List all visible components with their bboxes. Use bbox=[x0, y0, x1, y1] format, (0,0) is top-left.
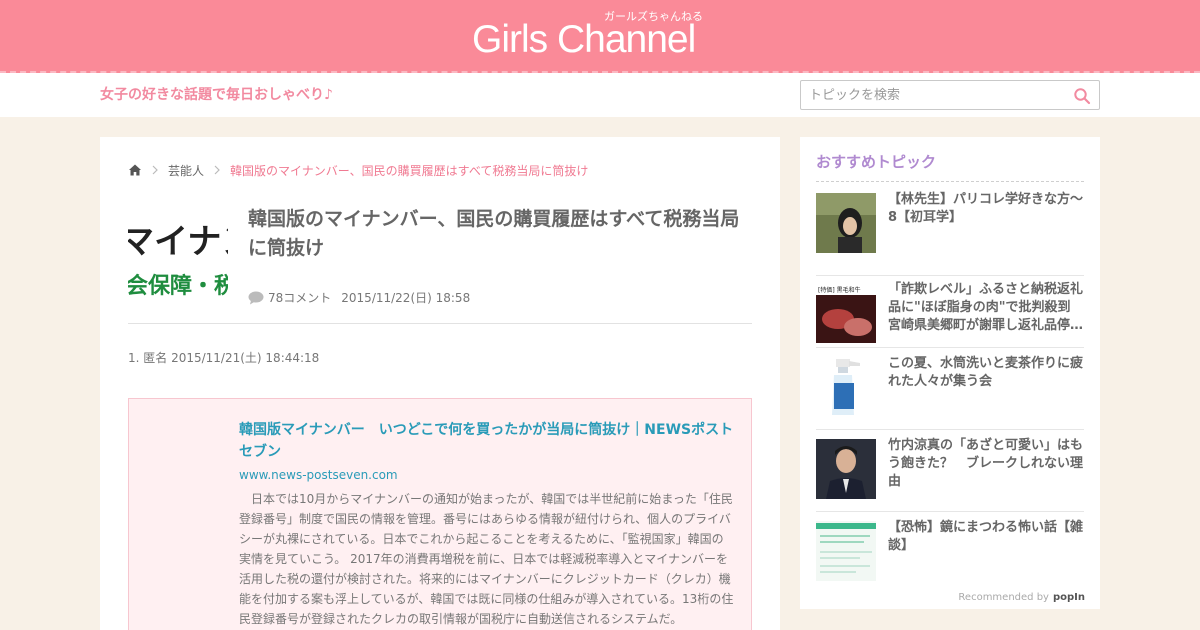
recommended-item[interactable]: [特価] 黒毛和牛 「詐欺レベル」ふるさと納税返礼品に"ほぼ脂身の肉"で批判殺到… bbox=[816, 281, 1084, 365]
site-logo-subtitle: ガールズちゃんねる bbox=[604, 10, 703, 23]
site-logo[interactable]: Girls Channel bbox=[472, 18, 696, 62]
sidebar-recommended: おすすめトピック 【林先生】パリコレ学好きな方～8【初耳学】 [特価] 黒毛和牛 bbox=[800, 137, 1100, 609]
recommended-thumbnail[interactable] bbox=[816, 439, 876, 499]
thumb-text-top: マイナン bbox=[128, 222, 228, 262]
thumb-text-bottom: 会保障・税 bbox=[128, 273, 228, 299]
link-preview-card[interactable]: 韓国版マイナンバー いつどこで何を買ったかが当局に筒抜け｜NEWSポストセブン … bbox=[128, 398, 752, 630]
breadcrumb-category[interactable]: 芸能人 bbox=[168, 162, 204, 179]
breadcrumb: 芸能人 韓国版のマイナンバー、国民の購買履歴はすべて税務当局に筒抜け bbox=[128, 162, 588, 178]
thumb-caption: [特価] 黒毛和牛 bbox=[818, 286, 861, 294]
home-icon[interactable] bbox=[128, 163, 142, 177]
link-title[interactable]: 韓国版マイナンバー いつどこで何を買ったかが当局に筒抜け｜NEWSポストセブン bbox=[239, 419, 734, 463]
topic-thumbnail: マイナン 会保障・税 bbox=[128, 207, 228, 307]
search-input[interactable] bbox=[801, 81, 1061, 109]
topic-title: 韓国版のマイナンバー、国民の購買履歴はすべて税務当局に筒抜け bbox=[248, 208, 740, 259]
recommended-title[interactable]: 【林先生】パリコレ学好きな方～8【初耳学】 bbox=[888, 191, 1084, 227]
breadcrumb-current[interactable]: 韓国版のマイナンバー、国民の購買履歴はすべて税務当局に筒抜け bbox=[230, 162, 588, 179]
divider bbox=[816, 275, 1084, 276]
sidebar-title: おすすめトピック bbox=[816, 153, 937, 171]
divider bbox=[816, 181, 1084, 182]
divider bbox=[816, 511, 1084, 512]
divider bbox=[816, 347, 1084, 348]
recommended-title[interactable]: 「詐欺レベル」ふるさと納税返礼品に"ほぼ脂身の肉"で批判殺到 宮崎県美郷町が謝罪… bbox=[888, 281, 1084, 335]
recommended-by-label: Recommended by bbox=[958, 592, 1049, 603]
recommended-item[interactable]: 【林先生】パリコレ学好きな方～8【初耳学】 bbox=[816, 191, 1084, 275]
comment-bubble-icon bbox=[248, 291, 264, 304]
search-box bbox=[800, 80, 1100, 110]
chevron-right-icon bbox=[214, 165, 220, 175]
recommended-thumbnail[interactable] bbox=[816, 193, 876, 253]
recommended-item[interactable]: 【恐怖】鏡にまつわる怖い話【雑談】 bbox=[816, 519, 1084, 603]
chevron-right-icon bbox=[152, 165, 158, 175]
popin-logo: popIn bbox=[1052, 592, 1085, 603]
divider bbox=[128, 323, 752, 324]
recommended-title[interactable]: この夏、水筒洗いと麦茶作りに疲れた人々が集う会 bbox=[888, 355, 1084, 391]
link-url[interactable]: www.news-postseven.com bbox=[239, 468, 398, 482]
recommended-item[interactable]: 竹内涼真の「あざと可愛い」はもう飽きた？ ブレークしれない理由 bbox=[816, 437, 1084, 521]
recommended-thumbnail[interactable] bbox=[816, 357, 876, 417]
comment-header: 1. 匿名 2015/11/21(土) 18:44:18 bbox=[128, 351, 320, 365]
topic-date: 2015/11/22(日) 18:58 bbox=[341, 291, 471, 305]
recommended-item[interactable]: この夏、水筒洗いと麦茶作りに疲れた人々が集う会 bbox=[816, 355, 1084, 439]
comment-count[interactable]: 78コメント bbox=[268, 289, 331, 306]
recommended-by[interactable]: Recommended by popIn bbox=[958, 592, 1085, 603]
topic-meta: 78コメント 2015/11/22(日) 18:58 bbox=[248, 289, 470, 306]
search-icon[interactable] bbox=[1073, 87, 1091, 105]
recommended-thumbnail[interactable] bbox=[816, 521, 876, 581]
recommended-title[interactable]: 竹内涼真の「あざと可愛い」はもう飽きた？ ブレークしれない理由 bbox=[888, 437, 1084, 491]
divider bbox=[816, 429, 1084, 430]
site-tagline: 女子の好きな話題で毎日おしゃべり♪ bbox=[100, 87, 333, 103]
recommended-title[interactable]: 【恐怖】鏡にまつわる怖い話【雑談】 bbox=[888, 519, 1084, 555]
recommended-thumbnail[interactable]: [特価] 黒毛和牛 bbox=[816, 283, 876, 343]
topic-main: 芸能人 韓国版のマイナンバー、国民の購買履歴はすべて税務当局に筒抜け マイナン … bbox=[100, 137, 780, 630]
link-excerpt: 日本では10月からマイナンバーの通知が始まったが、韓国では半世紀前に始まった「住… bbox=[239, 492, 734, 626]
